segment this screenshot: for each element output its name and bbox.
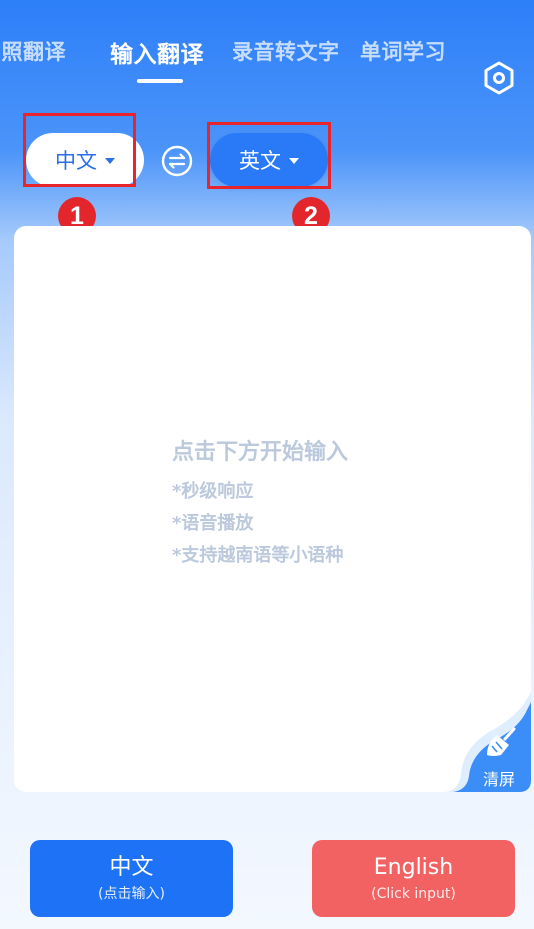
input-hint-line: *支持越南语等小语种	[172, 545, 344, 566]
tab-bar: 拍照翻译 输入翻译 录音转文字 单词学习	[0, 36, 534, 76]
chinese-input-sublabel: (点击输入)	[98, 885, 165, 902]
input-hint-line: *语音播放	[172, 513, 254, 534]
tab-recording-to-text[interactable]: 录音转文字	[232, 36, 340, 66]
english-input-button[interactable]: English (Click input)	[312, 840, 515, 917]
english-input-label: English	[373, 854, 454, 880]
tab-word-learning[interactable]: 单词学习	[360, 36, 446, 66]
hexagon-settings-icon	[484, 61, 514, 95]
annotation-box-2	[207, 122, 331, 189]
chinese-input-button[interactable]: 中文 (点击输入)	[30, 840, 233, 917]
english-input-sublabel: (Click input)	[371, 885, 456, 902]
active-tab-indicator	[137, 79, 183, 83]
input-hint-line: *秒级响应	[172, 481, 254, 502]
broom-icon	[487, 727, 516, 756]
annotation-box-1	[23, 113, 136, 187]
settings-button[interactable]	[482, 60, 516, 96]
input-hint-title: 点击下方开始输入	[172, 440, 349, 465]
chinese-input-label: 中文	[109, 854, 154, 880]
swap-icon	[161, 145, 193, 177]
clear-screen-button[interactable]: 清屏	[443, 692, 531, 792]
swap-languages-button[interactable]	[160, 144, 194, 178]
clear-screen-label: 清屏	[483, 770, 516, 789]
tab-input-translate[interactable]: 输入翻译	[110, 35, 204, 69]
tab-photo-translate[interactable]: 拍照翻译	[0, 36, 66, 66]
